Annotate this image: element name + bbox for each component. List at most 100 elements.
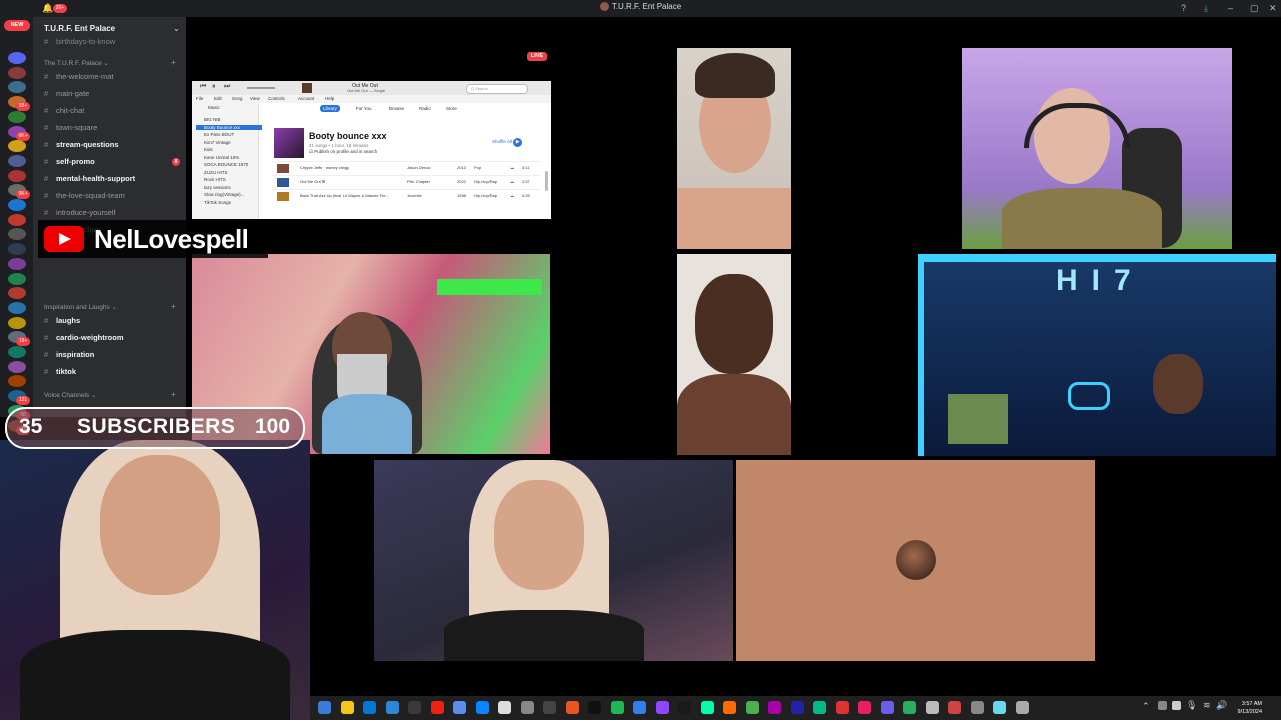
server-icon[interactable]	[8, 213, 26, 226]
itunes-playlist-item[interactable]: lazy sessions	[204, 185, 231, 190]
itunes-tab[interactable]: Store	[443, 105, 460, 112]
server-icon[interactable]	[8, 199, 26, 211]
previous-icon[interactable]: ⏮	[200, 83, 206, 91]
server-icon[interactable]	[8, 375, 26, 388]
channel-item[interactable]: # inspiration	[44, 350, 94, 359]
taskbar-app-icon[interactable]	[408, 701, 421, 714]
channel-item[interactable]: # mental-health-support	[44, 174, 135, 183]
taskbar-app-icon[interactable]	[700, 701, 714, 714]
itunes-playlist-item[interactable]: Kane Unreal 10%	[204, 155, 239, 160]
channel-item[interactable]: # town-square	[44, 123, 97, 132]
server-icon[interactable]	[8, 228, 26, 241]
tray-chevron-icon[interactable]: ⌃	[1142, 701, 1150, 712]
server-icon[interactable]	[8, 52, 26, 64]
itunes-menu-item[interactable]: View	[250, 96, 260, 101]
minimize-icon[interactable]: –	[1228, 3, 1233, 13]
itunes-tab[interactable]: Browse	[386, 105, 407, 112]
taskbar-app-icon[interactable]	[1015, 701, 1029, 714]
taskbar-app-icon[interactable]	[498, 701, 511, 714]
itunes-menu-item[interactable]: Account	[298, 96, 314, 101]
video-tile-gaming-room[interactable]: HI7	[918, 254, 1276, 456]
taskbar-app-icon[interactable]	[993, 701, 1006, 714]
song-row[interactable]: Back That Azz Up (feat. Lil Wayne & Mann…	[272, 189, 540, 203]
category-turf-palace[interactable]: The T.U.R.F. Palace ⌄	[44, 59, 109, 67]
taskbar-app-icon[interactable]	[565, 701, 579, 714]
server-icon[interactable]	[8, 154, 26, 167]
taskbar-app-icon[interactable]	[723, 701, 736, 714]
download-icon[interactable]: ⤓	[1204, 3, 1208, 14]
server-icon[interactable]	[8, 287, 26, 300]
itunes-menu-item[interactable]: Edit	[214, 96, 222, 101]
server-icon[interactable]	[8, 66, 26, 79]
itunes-menu-item[interactable]: Help	[325, 96, 334, 101]
taskbar-app-icon[interactable]	[430, 701, 444, 714]
taskbar-app-icon[interactable]	[340, 701, 354, 714]
itunes-search-input[interactable]: Q Search	[466, 84, 528, 94]
itunes-playlist-item[interactable]: ZUZU HITS	[204, 170, 228, 175]
chevron-down-icon[interactable]: ⌄	[173, 24, 180, 33]
server-icon[interactable]	[8, 257, 26, 270]
server-icon[interactable]	[8, 243, 26, 256]
taskbar-app-icon[interactable]	[768, 701, 781, 714]
server-icon[interactable]	[8, 169, 26, 182]
server-icon[interactable]	[8, 81, 26, 94]
maximize-icon[interactable]: ▢	[1250, 3, 1259, 14]
taskbar-app-icon[interactable]	[790, 701, 804, 714]
itunes-playlist-item[interactable]: TikTok Songs	[204, 200, 231, 205]
add-channel-icon[interactable]: +	[171, 390, 176, 399]
itunes-playlist-item[interactable]: Rock HITS	[204, 177, 226, 182]
server-name[interactable]: T.U.R.F. Ent Palace	[44, 24, 115, 33]
itunes-playlist-item[interactable]: SOCA BOUNCE 1970	[204, 162, 248, 167]
video-tile-woman-1[interactable]	[677, 48, 791, 249]
song-row[interactable]: Cripple Jeffs · money clingy Jason Derulo…	[272, 161, 540, 175]
taskbar-app-icon[interactable]	[385, 701, 399, 714]
itunes-playlist-item[interactable]: Slow ring(Vintage)...	[204, 192, 244, 197]
channel-item[interactable]: # stream-questions	[44, 140, 119, 149]
itunes-playlist-item[interactable]: BIG NIB	[204, 117, 221, 122]
taskbar-app-icon[interactable]	[903, 701, 916, 714]
taskbar-app-icon[interactable]	[655, 701, 669, 714]
publish-checkbox[interactable]: ☑ Publish on profile and in search	[309, 149, 377, 155]
itunes-menu-item[interactable]: Controls	[268, 96, 285, 101]
taskbar-app-icon[interactable]	[318, 701, 331, 714]
channel-item[interactable]: # chit-chat	[44, 106, 84, 115]
channel-item[interactable]: # laughs	[44, 316, 80, 325]
server-icon[interactable]	[8, 272, 26, 285]
taskbar-app-icon[interactable]	[813, 701, 826, 714]
itunes-window[interactable]: ⏮ ⏸ ⏭ Out Me Out Out Me Out — Single Q S…	[192, 81, 551, 219]
close-icon[interactable]: ✕	[1269, 3, 1277, 14]
video-tile-headset-woman[interactable]	[962, 48, 1232, 249]
add-channel-icon[interactable]: +	[171, 302, 176, 311]
taskbar-app-icon[interactable]	[543, 701, 556, 714]
volume-icon[interactable]: 🔊	[1216, 700, 1227, 711]
itunes-menu-item[interactable]: Song	[232, 96, 243, 101]
add-channel-icon[interactable]: +	[171, 58, 176, 67]
cloud-icon[interactable]: ☁	[510, 179, 514, 184]
video-tile-blonde-woman-2[interactable]	[374, 460, 733, 661]
channel-item[interactable]: # introduce-yourself	[44, 208, 116, 217]
tray-app-icon[interactable]	[1158, 701, 1167, 710]
shuffle-all-button[interactable]: Shuffle All ▶	[492, 138, 523, 147]
taskbar-app-icon[interactable]	[925, 701, 939, 714]
channel-item-clipped[interactable]: # birthdays-to-know	[44, 37, 115, 46]
channel-item[interactable]: # cardio-weightroom	[44, 333, 124, 342]
channel-item[interactable]: # the-love-squad-team	[44, 191, 125, 200]
itunes-playlist-item[interactable]: Kim7 Vintage	[204, 140, 231, 145]
itunes-menu-item[interactable]: File	[196, 96, 203, 101]
channel-item[interactable]: # the-welcome-mat	[44, 72, 114, 81]
taskbar-app-icon[interactable]	[948, 701, 961, 714]
next-icon[interactable]: ⏭	[224, 83, 230, 91]
server-icon[interactable]	[8, 316, 26, 329]
wifi-icon[interactable]: ≋	[1203, 700, 1211, 711]
server-icon[interactable]	[8, 140, 26, 153]
volume-slider[interactable]	[247, 87, 275, 89]
itunes-playlist-item[interactable]: Kids	[204, 147, 213, 152]
taskbar-app-icon[interactable]	[858, 701, 871, 714]
taskbar-app-icon[interactable]	[363, 701, 376, 714]
category-inspiration[interactable]: Inspiration and Laughs ⌄	[44, 303, 117, 311]
itunes-playlist-item[interactable]: Booty Bounce xxx	[196, 124, 262, 130]
taskbar-app-icon[interactable]	[745, 701, 759, 714]
category-voice-channels[interactable]: Voice Channels ⌄	[44, 391, 96, 399]
itunes-tab[interactable]: For You	[353, 105, 375, 112]
itunes-playlist-item[interactable]: Ex Pass BOUT	[204, 132, 234, 137]
